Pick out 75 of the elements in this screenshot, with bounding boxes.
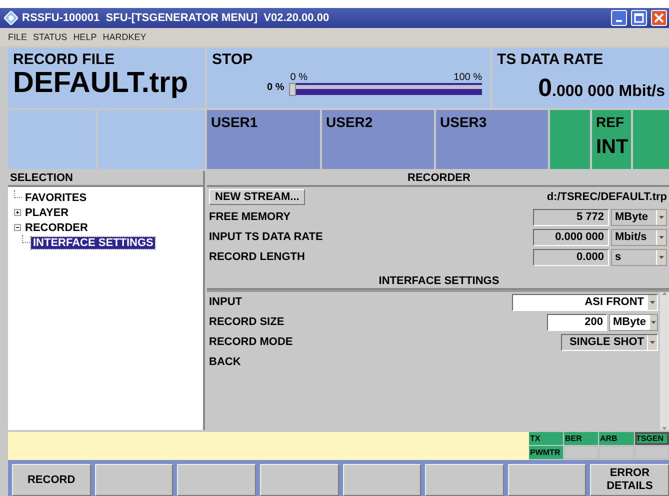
user-tile[interactable]: USER3 (436, 110, 548, 170)
menu-item[interactable]: STATUS (33, 32, 68, 42)
status-tag: ARB (599, 432, 634, 446)
field-label: FREE MEMORY (209, 211, 292, 224)
collapse-icon[interactable] (14, 224, 21, 232)
close-button[interactable] (651, 10, 667, 26)
status-tile (550, 110, 590, 170)
input-dropdown[interactable]: ASI FRONT (512, 294, 658, 311)
number-field[interactable]: 200 (547, 314, 607, 331)
section-header: RECORDER (207, 171, 669, 188)
unit-dropdown[interactable]: MByte (609, 314, 658, 331)
softkey[interactable]: ERROR DETAILS (590, 464, 669, 496)
status-tag: PWMTR (529, 446, 563, 460)
minimize-icon (616, 20, 622, 22)
menu-link[interactable]: BACK (209, 356, 658, 368)
dropdown-arrow-icon (650, 340, 655, 344)
readout-field: 0.000 (533, 248, 609, 266)
blank-softkey[interactable] (94, 464, 174, 496)
field-label: RECORD SIZE (209, 316, 286, 328)
data-rate-value: 0.000 000 Mbit/s (537, 74, 665, 103)
tile-label: USER2 (326, 114, 373, 130)
scale-label: 100 % (454, 72, 482, 83)
menu-item[interactable]: HARDKEY (102, 32, 146, 42)
tree-item[interactable]: RECORDER (23, 222, 90, 234)
panel-label: RECORD FILE (13, 52, 115, 68)
field-label: INPUT (209, 296, 243, 308)
menu-item[interactable]: FILE (8, 32, 28, 42)
tree-item[interactable]: FAVORITES (23, 192, 89, 204)
window-title: RSSFU-100001 SFU-[TSGENERATOR MENU] V02.20.00.00 (22, 12, 330, 24)
blank-softkey[interactable] (177, 464, 256, 496)
section-header: INTERFACE SETTINGS (207, 274, 669, 290)
tree-item[interactable]: INTERFACE SETTINGS (31, 236, 156, 249)
progress-reading: 0 % (267, 82, 284, 93)
close-icon (654, 12, 664, 23)
tree-item[interactable]: PLAYER (23, 206, 71, 219)
app-icon (4, 10, 18, 25)
softkey[interactable]: RECORD (12, 464, 91, 496)
dropdown-arrow-icon (659, 256, 664, 259)
panel-label: STOP (212, 52, 253, 68)
readout-field: 5 772 (533, 208, 609, 226)
dropdown-arrow-icon (659, 236, 664, 239)
status-tile (633, 110, 669, 170)
scrollbar[interactable] (660, 292, 669, 430)
maximize-button[interactable] (631, 10, 647, 26)
field-label: RECORD MODE (209, 336, 294, 348)
field-label: INPUT TS DATA RATE (209, 231, 324, 244)
field-label: RECORD LENGTH (209, 251, 306, 264)
tile-label: USER3 (440, 114, 487, 130)
blank-softkey[interactable] (260, 464, 338, 496)
readout-field: 0.000 000 (533, 228, 609, 246)
user-tile[interactable]: USER2 (322, 110, 434, 170)
minimize-button[interactable] (611, 10, 627, 26)
tile-label: REF (596, 114, 624, 130)
blank-softkey[interactable] (508, 464, 586, 496)
progress-thumb[interactable] (289, 82, 296, 96)
new-stream-button[interactable]: NEW STREAM... (209, 189, 306, 206)
tile-label: USER1 (211, 114, 258, 130)
dropdown-arrow-icon (651, 320, 656, 324)
menu-item[interactable]: HELP (73, 32, 97, 42)
expand-icon[interactable] (14, 209, 21, 216)
status-tag: TX (529, 432, 563, 446)
scale-label: 0 % (290, 72, 308, 83)
panel-header: SELECTION (8, 171, 203, 188)
file-path: d:/TSREC/DEFAULT.trp (546, 191, 667, 204)
panel-label: TS DATA RATE (497, 52, 604, 68)
user-tile[interactable]: USER1 (207, 110, 320, 170)
dropdown-arrow-icon (659, 216, 664, 219)
blank-softkey[interactable] (342, 464, 422, 496)
record-file-name: DEFAULT.trp (13, 68, 188, 98)
dropdown-arrow-icon (650, 300, 655, 304)
status-tag: BER (564, 432, 598, 446)
status-tag: TSGEN (635, 432, 669, 446)
maximize-icon (634, 12, 644, 23)
tile-value: INT (596, 136, 628, 159)
blank-softkey[interactable] (425, 464, 504, 496)
